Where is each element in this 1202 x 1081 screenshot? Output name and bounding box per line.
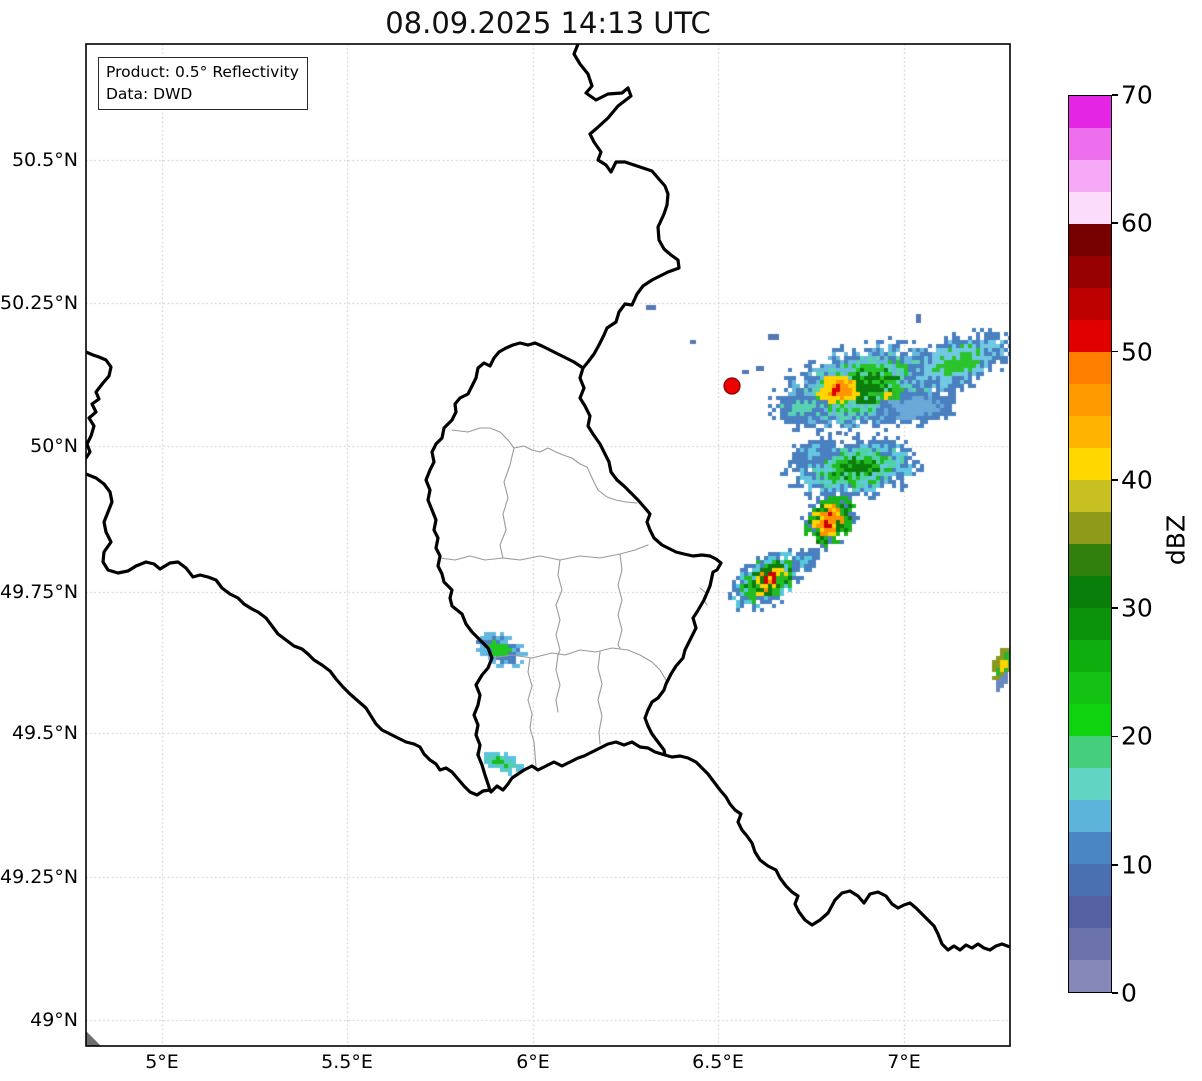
- colorbar-axis-label: dBZ: [1162, 515, 1191, 565]
- colorbar-tick-label: 20: [1121, 722, 1153, 751]
- colorbar-tick-mark: [1112, 607, 1118, 609]
- colorbar-stop: [1069, 160, 1111, 192]
- radar-echo-layer: [0, 0, 1202, 1081]
- lat-tick-label: 49.75°N: [0, 581, 78, 603]
- colorbar-tick-label: 10: [1121, 850, 1153, 879]
- colorbar-tick-label: 0: [1121, 979, 1137, 1008]
- colorbar-tick-mark: [1112, 222, 1118, 224]
- colorbar-tick-mark: [1112, 992, 1118, 994]
- colorbar: [1068, 95, 1112, 993]
- colorbar-stop: [1069, 256, 1111, 288]
- colorbar-stop: [1069, 544, 1111, 576]
- colorbar-tick-mark: [1112, 864, 1118, 866]
- lon-tick-label: 6°E: [516, 1051, 550, 1073]
- colorbar-tick-label: 50: [1121, 337, 1153, 366]
- colorbar-stop: [1069, 736, 1111, 768]
- lon-tick-label: 7°E: [887, 1051, 921, 1073]
- colorbar-stop: [1069, 320, 1111, 352]
- colorbar-stop: [1069, 416, 1111, 448]
- colorbar-tick-label: 30: [1121, 594, 1153, 623]
- colorbar-stop: [1069, 384, 1111, 416]
- colorbar-stop: [1069, 928, 1111, 960]
- lat-tick-label: 50.25°N: [0, 292, 78, 314]
- lat-tick-label: 50°N: [0, 435, 78, 457]
- product-info-box: Product: 0.5° Reflectivity Data: DWD: [98, 57, 308, 110]
- lon-tick-label: 5°E: [145, 1051, 179, 1073]
- colorbar-stop: [1069, 960, 1111, 992]
- colorbar-stop: [1069, 672, 1111, 704]
- colorbar-tick-label: 40: [1121, 465, 1153, 494]
- colorbar-stop: [1069, 128, 1111, 160]
- lat-tick-label: 49.25°N: [0, 866, 78, 888]
- colorbar-stop: [1069, 800, 1111, 832]
- colorbar-stop: [1069, 576, 1111, 608]
- colorbar-stop: [1069, 832, 1111, 864]
- colorbar-stop: [1069, 608, 1111, 640]
- colorbar-tick-mark: [1112, 479, 1118, 481]
- colorbar-stop: [1069, 224, 1111, 256]
- colorbar-stop: [1069, 864, 1111, 896]
- colorbar-stop: [1069, 96, 1111, 128]
- lat-tick-label: 49.5°N: [0, 722, 78, 744]
- colorbar-stop: [1069, 704, 1111, 736]
- colorbar-stop: [1069, 288, 1111, 320]
- colorbar-stop: [1069, 768, 1111, 800]
- radar-figure: 08.09.2025 14:13 UTC Product: 0.5° Refle…: [0, 0, 1202, 1081]
- colorbar-stop: [1069, 192, 1111, 224]
- colorbar-tick-label: 60: [1121, 209, 1153, 238]
- colorbar-stop: [1069, 448, 1111, 480]
- colorbar-stop: [1069, 512, 1111, 544]
- colorbar-tick-mark: [1112, 736, 1118, 738]
- colorbar-stop: [1069, 896, 1111, 928]
- colorbar-stop: [1069, 352, 1111, 384]
- lat-tick-label: 50.5°N: [0, 149, 78, 171]
- colorbar-stop: [1069, 480, 1111, 512]
- colorbar-tick-mark: [1112, 351, 1118, 353]
- colorbar-stop: [1069, 640, 1111, 672]
- colorbar-tick-mark: [1112, 94, 1118, 96]
- colorbar-tick-label: 70: [1121, 81, 1153, 110]
- lat-tick-label: 49°N: [0, 1009, 78, 1031]
- data-source-label: Data: DWD: [106, 83, 299, 105]
- lon-tick-label: 6.5°E: [692, 1051, 744, 1073]
- lon-tick-label: 5.5°E: [321, 1051, 373, 1073]
- product-label: Product: 0.5° Reflectivity: [106, 61, 299, 83]
